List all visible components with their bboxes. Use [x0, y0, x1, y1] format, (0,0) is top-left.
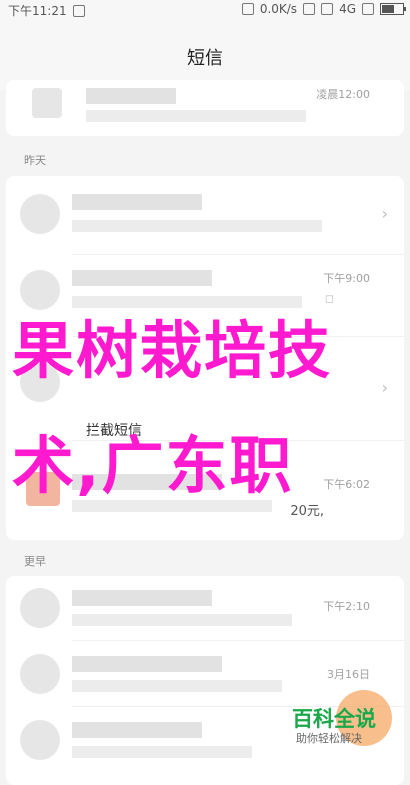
overlay-title-line1: 果树栽培技 [12, 314, 333, 387]
avatar [20, 654, 60, 694]
alarm-icon [241, 3, 254, 15]
notification-icon [72, 4, 85, 17]
overlay-title-line2: 术,广东职 [12, 429, 294, 502]
watermark: 百科全说 助你轻松解决 [276, 695, 394, 755]
message-time: 下午9:00 [323, 272, 370, 285]
sender-placeholder [72, 194, 202, 210]
preview-placeholder [72, 220, 322, 232]
avatar [32, 88, 62, 118]
sender-placeholder [72, 270, 212, 286]
list-item[interactable]: › [6, 176, 404, 254]
wifi-icon [303, 3, 316, 15]
list-item[interactable]: 下午2:10 [6, 576, 404, 640]
status-bar: 下午11:21 0.0K/s 4G [0, 0, 410, 20]
status-time: 下午11:21 [8, 4, 67, 18]
preview-placeholder [72, 680, 282, 692]
watermark-brand: 百科全说 [292, 707, 376, 731]
avatar [20, 720, 60, 760]
preview-placeholder [72, 614, 292, 626]
section-header-earlier: 更早 [24, 555, 46, 568]
signal2-icon [362, 3, 374, 15]
message-list-top: 凌晨12:00 [6, 80, 404, 136]
signal-icon [321, 3, 334, 15]
preview-placeholder [86, 110, 306, 122]
message-time: 3月16日 [327, 668, 370, 681]
network-type: 4G [339, 2, 356, 16]
divider [72, 640, 404, 641]
watermark-slogan: 助你轻松解决 [296, 732, 362, 745]
chevron-right-icon: › [381, 204, 388, 223]
list-item[interactable]: 凌晨12:00 [6, 80, 404, 136]
network-speed: 0.0K/s [259, 2, 298, 16]
section-header-yesterday: 昨天 [24, 154, 46, 167]
preview-placeholder [72, 746, 252, 758]
sender-placeholder [86, 88, 176, 104]
avatar [20, 194, 60, 234]
message-time: 凌晨12:00 [316, 88, 370, 101]
battery-icon [380, 3, 406, 15]
page-title: 短信 [187, 48, 223, 69]
avatar [20, 588, 60, 628]
sender-placeholder [72, 722, 202, 738]
sender-placeholder [72, 590, 212, 606]
sender-placeholder [72, 656, 222, 672]
message-time: 下午2:10 [323, 600, 370, 613]
divider [72, 254, 404, 255]
